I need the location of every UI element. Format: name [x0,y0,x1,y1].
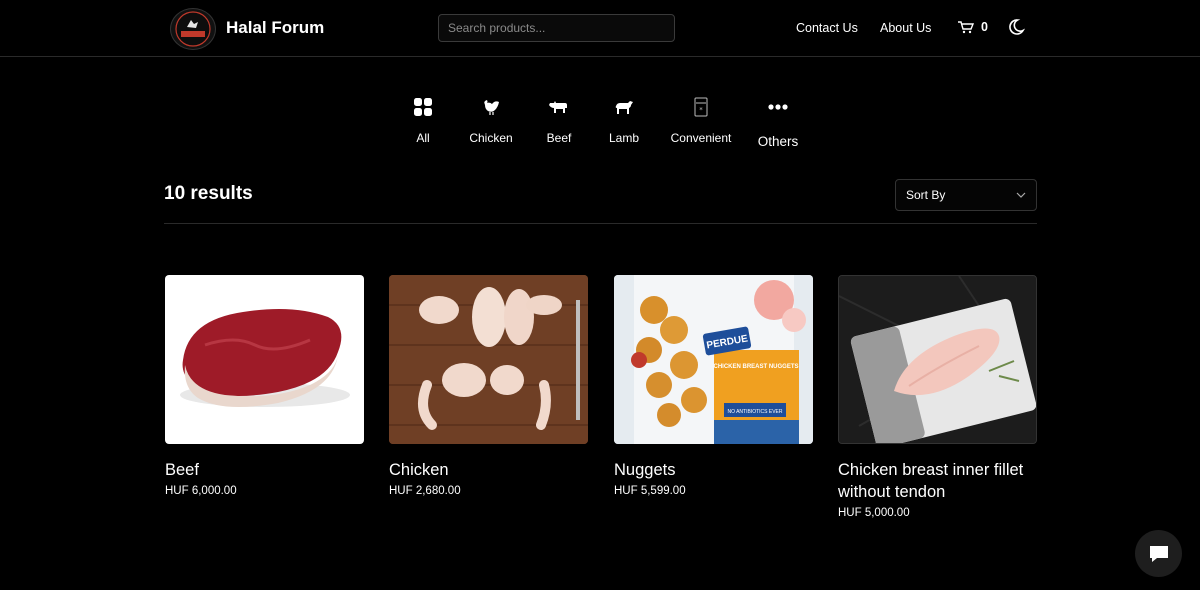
product-price: HUF 5,599.00 [614,485,686,497]
grid-icon [414,98,432,116]
chicken-icon [484,100,499,115]
product-image-chicken[interactable] [389,275,588,444]
sort-label: Sort By [906,188,946,202]
product-card[interactable]: Beef HUF 6,000.00 [165,275,364,497]
pack-claim-text: NO ANTIBIOTICS EVER [727,409,782,415]
chevron-down-icon [1016,192,1026,198]
product-card[interactable]: Chicken HUF 2,680.00 [389,275,588,497]
contact-us-link[interactable]: Contact Us [796,21,858,35]
cow-icon [549,101,567,113]
search-input[interactable] [438,14,675,42]
product-image-nuggets[interactable]: PERDUE CHICKEN BREAST NUGGETS NO ANTIBIO… [614,275,813,444]
pack-title-text: CHICKEN BREAST NUGGETS [713,364,798,370]
moon-icon[interactable] [1009,17,1029,37]
product-name[interactable]: Beef [165,459,364,481]
product-card[interactable]: PERDUE CHICKEN BREAST NUGGETS NO ANTIBIO… [614,275,813,497]
brand-name[interactable]: Halal Forum [226,18,324,38]
results-count: 10 results [164,183,253,204]
product-image-chicken-breast[interactable] [838,275,1037,444]
chat-bubble-icon [1149,545,1168,562]
category-others[interactable]: Others [738,96,818,149]
category-lamb[interactable]: Lamb [584,96,664,145]
freezer-icon: * [694,97,708,117]
product-price: HUF 2,680.00 [389,485,461,497]
brand-logo[interactable] [170,8,216,50]
cart-button[interactable]: 0 [957,20,988,34]
lamb-icon [615,101,633,114]
more-icon [768,104,788,110]
category-label: Convenient [670,131,732,145]
about-us-link[interactable]: About Us [880,21,931,35]
product-price: HUF 6,000.00 [165,485,237,497]
category-label: Others [757,134,799,149]
product-card[interactable]: Chicken breast inner fillet without tend… [838,275,1037,519]
cart-icon [958,21,975,34]
cart-count: 0 [981,20,988,34]
divider [164,223,1037,224]
logo-icon [175,11,211,47]
chat-button[interactable] [1135,530,1182,577]
product-price: HUF 5,000.00 [838,507,910,519]
category-convenient[interactable]: * Convenient [661,96,741,145]
product-image-beef[interactable] [165,275,364,444]
svg-text:*: * [699,106,703,114]
product-name[interactable]: Nuggets [614,459,813,481]
category-label: Lamb [608,131,640,145]
sort-dropdown[interactable]: Sort By [895,179,1037,211]
product-name[interactable]: Chicken [389,459,588,481]
top-navbar: Halal Forum Contact Us About Us 0 [0,0,1200,57]
product-name[interactable]: Chicken breast inner fillet without tend… [838,459,1037,503]
